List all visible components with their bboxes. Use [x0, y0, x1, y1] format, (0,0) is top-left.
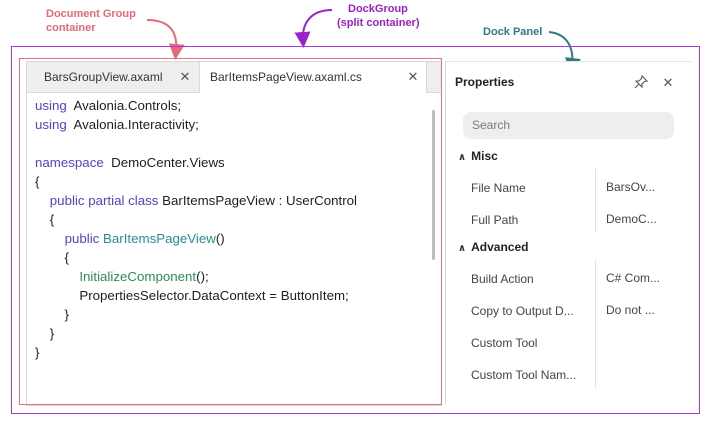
- property-name[interactable]: Copy to Output D...: [471, 304, 591, 318]
- close-icon[interactable]: ✕: [660, 75, 676, 91]
- panel-title: Properties: [455, 75, 515, 89]
- property-name[interactable]: Build Action: [471, 272, 591, 286]
- properties-dock-panel: Properties ✕ Search ∧ Misc File Name BarsOv…: [445, 61, 691, 404]
- property-name[interactable]: Full Path: [471, 213, 591, 227]
- property-value[interactable]: DemoC...: [606, 212, 676, 226]
- category-label: Advanced: [471, 240, 529, 254]
- dock-group-arrow: [294, 9, 333, 48]
- chevron-up-icon[interactable]: ∧: [458, 152, 466, 163]
- property-value[interactable]: C# Com...: [606, 271, 676, 285]
- category-label: Misc: [471, 149, 498, 163]
- column-divider: [595, 169, 596, 233]
- category-header[interactable]: ∧ Advanced: [458, 240, 528, 254]
- search-placeholder: Search: [472, 118, 511, 132]
- search-input[interactable]: Search: [463, 112, 674, 139]
- property-name[interactable]: Custom Tool Nam...: [471, 368, 591, 382]
- chevron-up-icon[interactable]: ∧: [458, 243, 466, 254]
- category-header[interactable]: ∧ Misc: [458, 149, 498, 163]
- column-divider: [595, 260, 596, 388]
- property-value[interactable]: BarsOv...: [606, 180, 676, 194]
- property-name[interactable]: File Name: [471, 181, 591, 195]
- pin-icon[interactable]: [633, 74, 649, 91]
- property-name[interactable]: Custom Tool: [471, 336, 591, 350]
- document-group-outline: [19, 58, 442, 405]
- property-value[interactable]: Do not ...: [606, 303, 676, 317]
